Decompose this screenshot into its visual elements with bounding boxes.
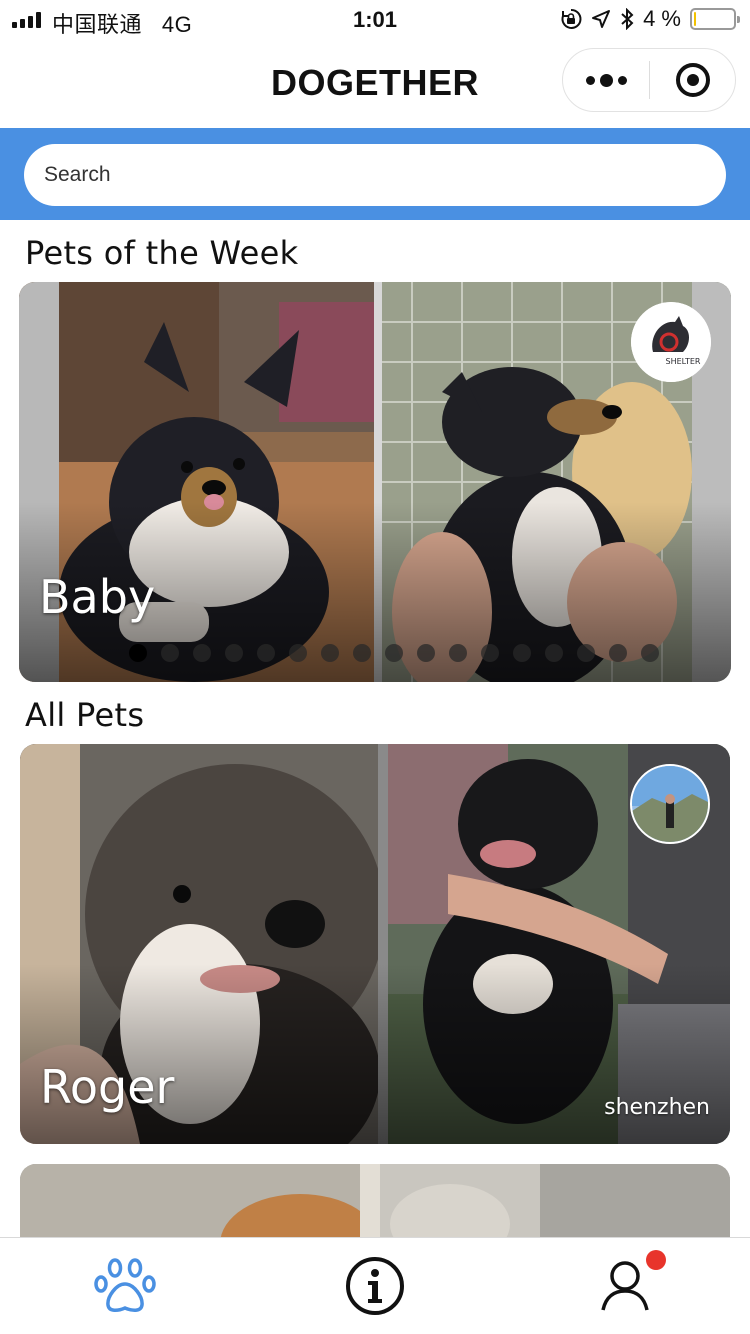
pet-name: Roger <box>40 1060 175 1114</box>
carousel-dot[interactable] <box>289 644 307 662</box>
location-arrow-icon <box>592 10 611 28</box>
battery-icon <box>690 8 740 30</box>
navigation-header: DOGETHER <box>0 42 750 128</box>
carousel-dot[interactable] <box>641 644 659 662</box>
carousel-dot[interactable] <box>513 644 531 662</box>
info-icon <box>346 1257 404 1315</box>
carousel-dot[interactable] <box>609 644 627 662</box>
carousel-dot[interactable] <box>193 644 211 662</box>
carousel-indicator[interactable] <box>129 644 659 662</box>
carousel-dot[interactable] <box>449 644 467 662</box>
shelter-badge-text: SHELTER <box>665 357 700 366</box>
pet-location: shenzhen <box>604 1095 710 1120</box>
carousel-dot[interactable] <box>129 644 147 662</box>
notification-dot <box>646 1250 666 1270</box>
pet-card-roger[interactable]: Roger shenzhen <box>20 744 730 1144</box>
bluetooth-icon <box>621 8 634 30</box>
more-dot-right <box>617 75 627 85</box>
shelter-logo-icon: SHELTER <box>631 302 711 382</box>
search-bar <box>0 128 750 220</box>
featured-pet-name: Baby <box>39 570 156 624</box>
profile-icon <box>601 1261 649 1311</box>
featured-pet-card[interactable]: SHELTER Baby <box>19 282 731 682</box>
more-dots-icon <box>585 75 595 85</box>
search-input[interactable] <box>24 144 726 206</box>
carousel-dot[interactable] <box>257 644 275 662</box>
owner-avatar-icon <box>630 764 710 844</box>
carousel-dot[interactable] <box>577 644 595 662</box>
tab-bar <box>0 1237 750 1334</box>
battery-level <box>694 12 696 26</box>
status-bar: 中国联通 4G 1:01 4 % <box>0 0 750 42</box>
carousel-dot[interactable] <box>481 644 499 662</box>
close-button[interactable] <box>650 49 735 111</box>
status-icons: 4 % <box>560 6 740 32</box>
carousel-dot[interactable] <box>161 644 179 662</box>
all-pets-section-title: All Pets <box>25 696 145 734</box>
more-dot-center <box>599 73 613 87</box>
target-close-icon <box>675 63 710 97</box>
mini-program-capsule <box>562 48 736 112</box>
featured-section-title: Pets of the Week <box>25 234 299 272</box>
carousel-dot[interactable] <box>545 644 563 662</box>
carousel-dot[interactable] <box>225 644 243 662</box>
tab-pets[interactable] <box>0 1238 250 1334</box>
rotation-lock-icon <box>561 8 582 29</box>
carousel-dot[interactable] <box>353 644 371 662</box>
carousel-dot[interactable] <box>321 644 339 662</box>
tab-profile[interactable] <box>500 1238 750 1334</box>
carousel-dot[interactable] <box>385 644 403 662</box>
tab-info[interactable] <box>250 1238 500 1334</box>
more-button[interactable] <box>563 49 649 111</box>
battery-percent: 4 % <box>643 6 681 31</box>
carousel-dot[interactable] <box>417 644 435 662</box>
paw-icon <box>94 1258 156 1312</box>
